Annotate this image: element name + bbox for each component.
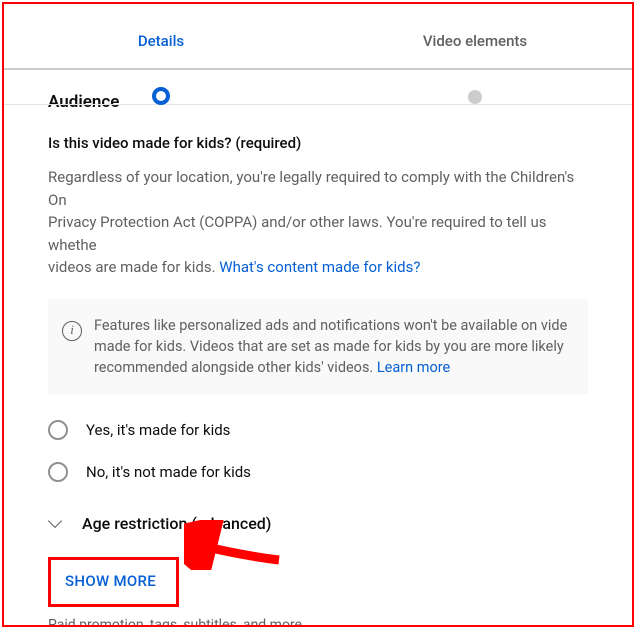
step-video-elements[interactable]: Video elements: [318, 32, 632, 68]
show-more-subtext: Paid promotion, tags, subtitles, and mor…: [48, 617, 588, 627]
age-restriction-toggle[interactable]: Age restriction (advanced): [48, 514, 588, 533]
step-video-elements-label: Video elements: [318, 32, 632, 50]
info-text: Features like personalized ads and notif…: [94, 317, 567, 376]
learn-more-link[interactable]: Learn more: [377, 359, 450, 376]
step-circle-inactive: [468, 90, 482, 104]
content-for-kids-link[interactable]: What's content made for kids?: [219, 258, 420, 276]
coppa-desc-line1: Regardless of your location, you're lega…: [48, 168, 574, 209]
radio-icon: [48, 420, 68, 440]
upload-stepper: Details Video elements: [4, 4, 632, 84]
show-more-button[interactable]: SHOW MORE: [65, 572, 156, 590]
radio-no-not-for-kids[interactable]: No, it's not made for kids: [48, 462, 588, 482]
radio-yes-made-for-kids[interactable]: Yes, it's made for kids: [48, 420, 588, 440]
audience-heading: Audience: [48, 92, 588, 112]
details-content: Audience Is this video made for kids? (r…: [4, 92, 632, 627]
info-icon: i: [62, 321, 82, 341]
age-restriction-label: Age restriction (advanced): [82, 514, 271, 533]
made-for-kids-question: Is this video made for kids? (required): [48, 134, 588, 152]
show-more-highlight-box: SHOW MORE: [48, 557, 179, 607]
made-for-kids-radios: Yes, it's made for kids No, it's not mad…: [48, 420, 588, 482]
step-details[interactable]: Details: [4, 32, 318, 68]
coppa-description: Regardless of your location, you're lega…: [48, 166, 588, 279]
coppa-desc-line2: Privacy Protection Act (COPPA) and/or ot…: [48, 213, 546, 254]
chevron-down-icon: [48, 516, 62, 530]
divider: [4, 104, 632, 105]
radio-yes-label: Yes, it's made for kids: [86, 421, 230, 439]
step-circle-active: [152, 87, 170, 105]
radio-no-label: No, it's not made for kids: [86, 463, 251, 481]
radio-icon: [48, 462, 68, 482]
step-details-label: Details: [4, 32, 318, 50]
coppa-desc-line3: videos are made for kids.: [48, 258, 219, 276]
kids-features-info-box: i Features like personalized ads and not…: [48, 299, 588, 394]
